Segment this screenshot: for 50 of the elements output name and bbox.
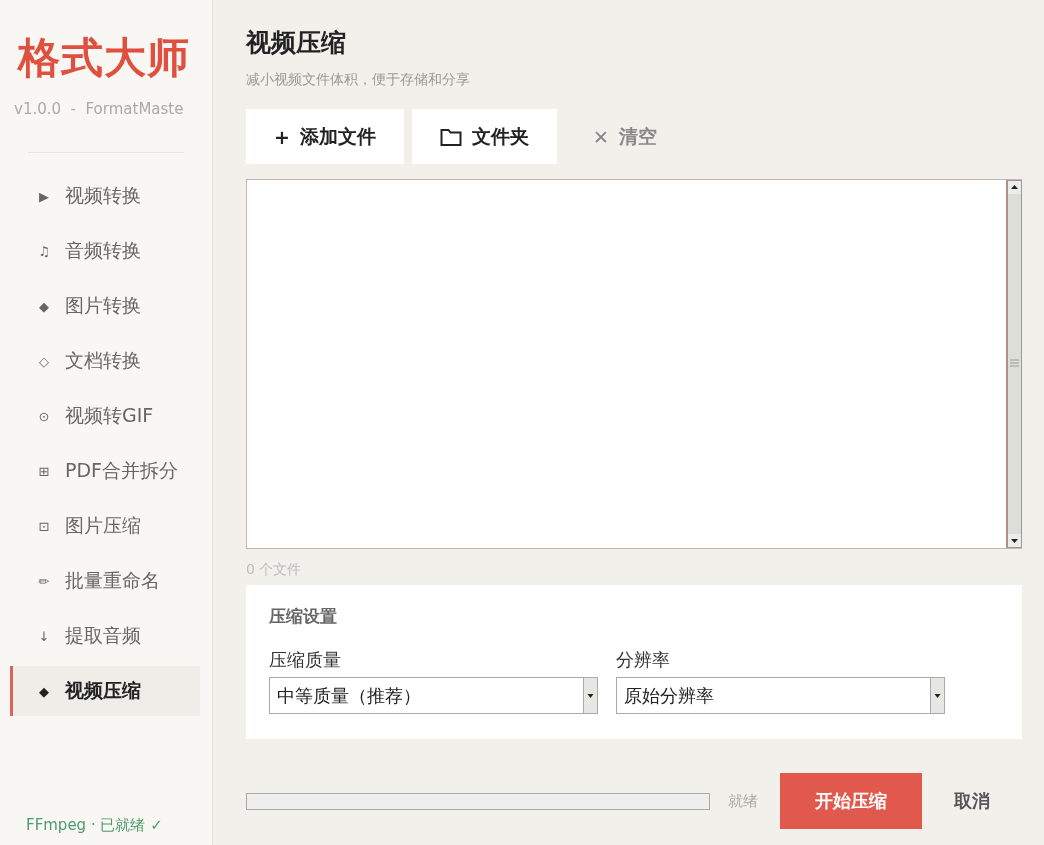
item-icon: ◆ <box>37 298 51 314</box>
version-text: v1.0.0 - FormatMaste <box>14 100 185 118</box>
item-label: 视频转换 <box>65 183 141 208</box>
settings-title: 压缩设置 <box>269 605 338 628</box>
close-icon: ✕ <box>592 125 609 148</box>
sidebar-item[interactable]: ▶ 视频转换 <box>10 171 200 221</box>
dropdown[interactable]: 中等质量（推荐） <box>269 677 598 714</box>
item-label: PDF合并拆分 <box>65 458 179 483</box>
sidebar-item[interactable]: ✏ 批量重命名 <box>10 556 200 606</box>
dropdown[interactable]: 原始分辨率 <box>616 677 945 714</box>
item-label: 视频压缩 <box>65 678 141 703</box>
sidebar-item[interactable]: ⊡ 图片压缩 <box>10 501 200 551</box>
field-label: 压缩质量 <box>269 648 342 672</box>
sidebar-item[interactable]: ⊞ PDF合并拆分 <box>10 446 200 496</box>
item-icon: ✏ <box>37 573 51 589</box>
item-icon: ⊞ <box>37 463 51 479</box>
item-label: 批量重命名 <box>65 568 160 593</box>
sidebar-item[interactable]: ↓ 提取音频 <box>10 611 200 661</box>
folder-icon <box>439 126 462 147</box>
sidebar-item[interactable]: ◆ 视频压缩 <box>10 666 200 716</box>
page-title: 视频压缩 <box>246 27 347 59</box>
scrollbar[interactable] <box>1007 180 1022 548</box>
item-label: 文档转换 <box>65 348 141 373</box>
page-subtitle: 减小视频文件体积，便于存储和分享 <box>246 71 471 89</box>
item-label: 图片压缩 <box>65 513 141 538</box>
progress-status: 就绪 <box>728 791 759 811</box>
item-label: 提取音频 <box>65 623 141 648</box>
item-icon: ▶ <box>37 188 51 204</box>
item-label: 图片转换 <box>65 293 141 318</box>
status-text: FFmpeg · 已就绪 ✓ <box>26 816 164 835</box>
cancel-button[interactable]: 取消 <box>944 789 1000 813</box>
item-icon: ↓ <box>37 628 51 644</box>
plus-icon: + <box>274 125 290 148</box>
item-icon: ◇ <box>37 353 51 369</box>
folder-button[interactable]: 文件夹 <box>411 109 557 164</box>
sidebar-item[interactable]: ♫ 音频转换 <box>10 226 200 276</box>
sidebar-item[interactable]: ◆ 图片转换 <box>10 281 200 331</box>
sidebar-item[interactable]: ◇ 文档转换 <box>10 336 200 386</box>
item-icon: ⊡ <box>37 518 51 534</box>
item-label: 视频转GIF <box>65 403 154 428</box>
clear-button[interactable]: ✕ 清空 <box>564 109 685 164</box>
add-file-button[interactable]: + 添加文件 <box>246 109 404 164</box>
sidebar-item[interactable]: ⊙ 视频转GIF <box>10 391 200 441</box>
item-icon: ⊙ <box>37 408 51 424</box>
item-icon: ♫ <box>37 243 51 259</box>
field-label: 分辨率 <box>616 648 671 672</box>
start-button[interactable]: 开始压缩 <box>780 773 922 829</box>
item-icon: ◆ <box>37 683 51 699</box>
app-logo: 格式大师 <box>18 32 191 84</box>
item-label: 音频转换 <box>65 238 141 263</box>
